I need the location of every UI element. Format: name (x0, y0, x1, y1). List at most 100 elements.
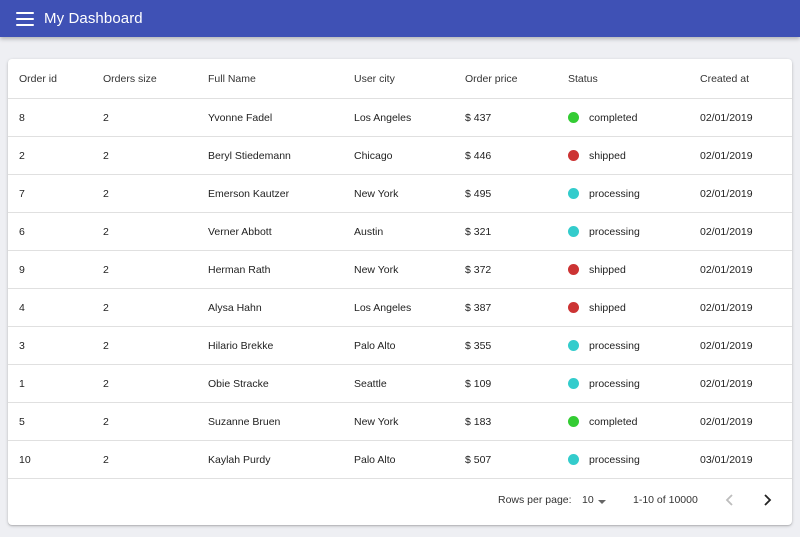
cell-status: completed (568, 402, 700, 441)
cell-created-at: 02/01/2019 (700, 98, 792, 137)
cell-order-id: 7 (8, 174, 103, 213)
cell-orders-size: 2 (103, 212, 208, 251)
table-row[interactable]: 7 2 Emerson Kautzer New York $ 495 processing… (8, 174, 792, 213)
status-dot-icon (568, 302, 579, 313)
table-row[interactable]: 9 2 Herman Rath New York $ 372 shipped 02/01/2… (8, 250, 792, 289)
header-order-id: Order id (8, 59, 103, 99)
rows-per-page-value: 10 (582, 494, 594, 506)
status-indicator: completed (568, 416, 700, 428)
cell-orders-size: 2 (103, 98, 208, 137)
cell-user-city: New York (354, 250, 465, 289)
header-full-name: Full Name (208, 59, 354, 99)
cell-user-city: Los Angeles (354, 288, 465, 327)
cell-status: shipped (568, 136, 700, 175)
table-row[interactable]: 2 2 Beryl Stiedemann Chicago $ 446 shipped 02/… (8, 136, 792, 175)
cell-full-name: Emerson Kautzer (208, 174, 354, 213)
header-user-city: User city (354, 59, 465, 99)
cell-user-city: Chicago (354, 136, 465, 175)
cell-order-id: 8 (8, 98, 103, 137)
pagination-range: 1-10 of 10000 (633, 494, 698, 506)
cell-user-city: Palo Alto (354, 326, 465, 365)
cell-status: shipped (568, 288, 700, 327)
cell-full-name: Alysa Hahn (208, 288, 354, 327)
cell-orders-size: 2 (103, 326, 208, 365)
cell-orders-size: 2 (103, 364, 208, 403)
caret-down-icon (597, 499, 606, 504)
status-indicator: processing (568, 340, 700, 352)
table-row[interactable]: 4 2 Alysa Hahn Los Angeles $ 387 shipped 02/01… (8, 288, 792, 327)
status-label: processing (589, 339, 640, 352)
cell-created-at: 02/01/2019 (700, 402, 792, 441)
status-dot-icon (568, 112, 579, 123)
status-dot-icon (568, 188, 579, 199)
cell-user-city: New York (354, 174, 465, 213)
cell-order-price: $ 372 (465, 250, 568, 289)
cell-user-city: New York (354, 402, 465, 441)
cell-status: processing (568, 212, 700, 251)
table-row[interactable]: 3 2 Hilario Brekke Palo Alto $ 355 processing… (8, 326, 792, 365)
cell-full-name: Verner Abbott (208, 212, 354, 251)
table-row[interactable]: 1 2 Obie Stracke Seattle $ 109 processing 02/0… (8, 364, 792, 403)
cell-order-price: $ 507 (465, 440, 568, 479)
cell-created-at: 02/01/2019 (700, 326, 792, 365)
table-row[interactable]: 6 2 Verner Abbott Austin $ 321 processing 02/0… (8, 212, 792, 251)
rows-per-page-label: Rows per page: (498, 494, 572, 506)
cell-status: completed (568, 98, 700, 137)
status-label: shipped (589, 149, 626, 162)
chevron-left-icon (725, 494, 733, 506)
table-row[interactable]: 8 2 Yvonne Fadel Los Angeles $ 437 completed 0… (8, 98, 792, 137)
status-dot-icon (568, 416, 579, 427)
cell-full-name: Suzanne Bruen (208, 402, 354, 441)
status-indicator: processing (568, 188, 700, 200)
status-indicator: shipped (568, 302, 700, 314)
cell-status: processing (568, 440, 700, 479)
app-title: My Dashboard (44, 10, 143, 27)
status-indicator: processing (568, 378, 700, 390)
status-indicator: processing (568, 226, 700, 238)
header-orders-size: Orders size (103, 59, 208, 99)
cell-user-city: Los Angeles (354, 98, 465, 137)
status-indicator: shipped (568, 150, 700, 162)
rows-per-page-select[interactable]: 10 (582, 494, 606, 506)
status-label: processing (589, 225, 640, 238)
previous-page-button[interactable] (721, 491, 739, 509)
status-label: processing (589, 453, 640, 466)
cell-orders-size: 2 (103, 440, 208, 479)
menu-icon[interactable] (16, 11, 34, 26)
status-indicator: shipped (568, 264, 700, 276)
cell-order-id: 6 (8, 212, 103, 251)
orders-table: Order id Orders size Full Name User city… (8, 59, 792, 479)
cell-status: processing (568, 326, 700, 365)
cell-user-city: Palo Alto (354, 440, 465, 479)
cell-created-at: 02/01/2019 (700, 250, 792, 289)
cell-orders-size: 2 (103, 288, 208, 327)
cell-full-name: Beryl Stiedemann (208, 136, 354, 175)
status-label: shipped (589, 301, 626, 314)
status-indicator: processing (568, 454, 700, 466)
cell-status: processing (568, 364, 700, 403)
cell-created-at: 02/01/2019 (700, 136, 792, 175)
cell-order-price: $ 355 (465, 326, 568, 365)
status-dot-icon (568, 340, 579, 351)
cell-order-id: 9 (8, 250, 103, 289)
status-dot-icon (568, 454, 579, 465)
table-row[interactable]: 5 2 Suzanne Bruen New York $ 183 completed 02/… (8, 402, 792, 441)
cell-order-id: 4 (8, 288, 103, 327)
status-dot-icon (568, 264, 579, 275)
header-created-at: Created at (700, 59, 792, 99)
cell-full-name: Kaylah Purdy (208, 440, 354, 479)
cell-order-price: $ 109 (465, 364, 568, 403)
cell-order-price: $ 183 (465, 402, 568, 441)
orders-table-card: Order id Orders size Full Name User city… (8, 59, 792, 525)
status-label: processing (589, 187, 640, 200)
table-header-row: Order id Orders size Full Name User city… (8, 59, 792, 99)
cell-order-price: $ 495 (465, 174, 568, 213)
next-page-button[interactable] (758, 491, 776, 509)
cell-order-id: 1 (8, 364, 103, 403)
header-status: Status (568, 59, 700, 99)
table-row[interactable]: 10 2 Kaylah Purdy Palo Alto $ 507 processing 0… (8, 440, 792, 479)
status-dot-icon (568, 378, 579, 389)
cell-order-price: $ 387 (465, 288, 568, 327)
cell-full-name: Hilario Brekke (208, 326, 354, 365)
cell-order-id: 2 (8, 136, 103, 175)
